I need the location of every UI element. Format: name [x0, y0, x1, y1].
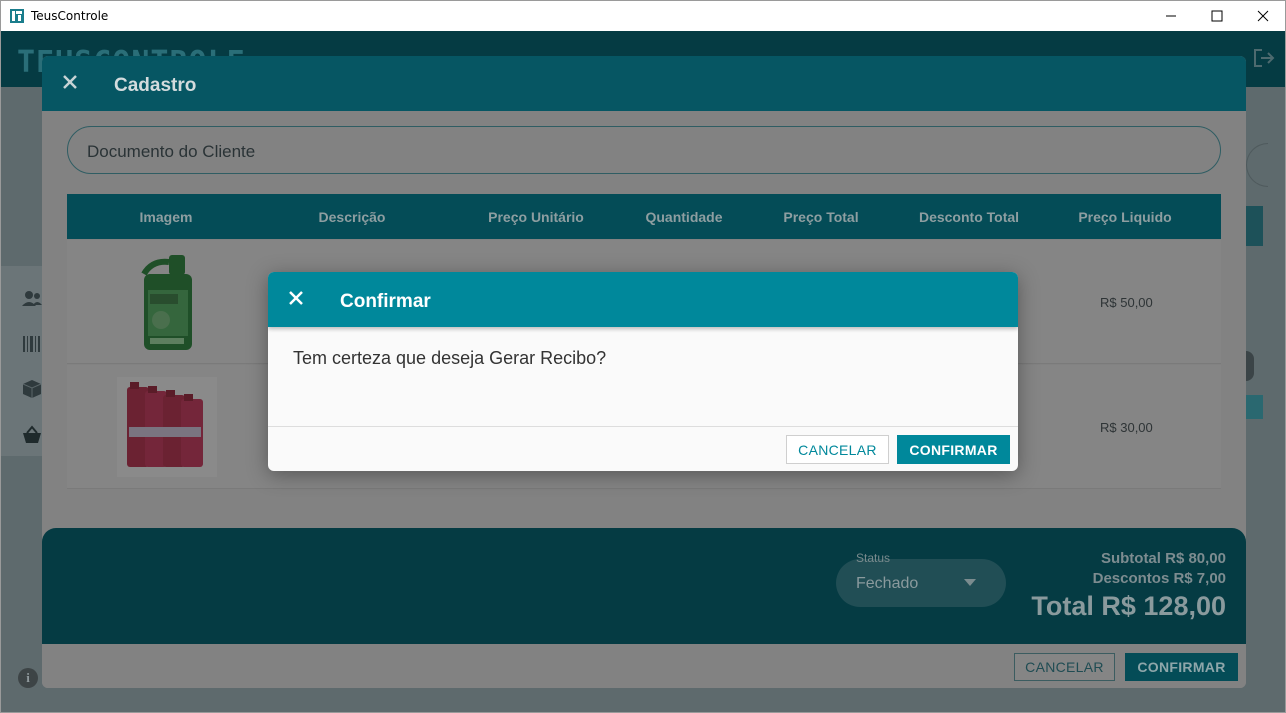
users-icon[interactable]: [21, 288, 43, 310]
status-label: Status: [856, 551, 891, 565]
preco-liquido-cell: R$ 30,00: [1100, 420, 1153, 435]
column-header-desconto-total: Desconto Total: [918, 209, 1020, 225]
subtotal-text: Subtotal R$ 80,00: [1100, 550, 1226, 567]
dialog-confirm-button[interactable]: CONFIRMAR: [897, 435, 1010, 464]
background-button: [1246, 395, 1263, 419]
side-navigation: [1, 266, 43, 456]
window-title: TeusControle: [31, 9, 109, 23]
status-value: Fechado: [856, 575, 919, 592]
cadastro-footer: Status Fechado Subtotal R$ 80,00 Descont…: [42, 528, 1246, 644]
info-icon[interactable]: i: [18, 668, 38, 688]
dialog-message: Tem certeza que deseja Gerar Recibo?: [293, 348, 607, 368]
box-icon[interactable]: [21, 378, 43, 400]
barcode-icon[interactable]: [21, 333, 43, 355]
window-close-button[interactable]: [1240, 1, 1286, 31]
dialog-header: Confirmar: [268, 272, 1018, 327]
descontos-text: Descontos R$ 7,00: [1092, 570, 1226, 587]
preco-liquido-cell: R$ 50,00: [1100, 295, 1153, 310]
background-table-header: [1246, 206, 1263, 246]
cancel-button[interactable]: CANCELAR: [1014, 653, 1115, 681]
chevron-down-icon: [964, 579, 976, 586]
column-header-preco-unitario: Preço Unitário: [488, 209, 584, 225]
column-header-preco-liquido: Preço Liquido: [1078, 209, 1172, 225]
basket-icon[interactable]: [21, 424, 43, 446]
maximize-button[interactable]: [1194, 1, 1240, 31]
cadastro-header: Cadastro: [42, 56, 1246, 111]
column-header-descricao: Descrição: [318, 209, 386, 225]
cadastro-actions: CANCELAR CONFIRMAR: [42, 644, 1246, 688]
status-select[interactable]: Status Fechado: [836, 551, 1006, 607]
background-toggle: [1246, 351, 1254, 381]
window-titlebar: TeusControle: [0, 0, 1286, 31]
dialog-divider: [268, 426, 1018, 427]
minimize-button[interactable]: [1148, 1, 1194, 31]
confirm-button[interactable]: CONFIRMAR: [1125, 653, 1238, 681]
cadastro-title: Cadastro: [114, 75, 197, 96]
minimize-icon: [1166, 15, 1176, 17]
document-input-placeholder: Documento do Cliente: [87, 142, 256, 161]
coolant-bottles-image: [117, 377, 217, 477]
close-icon: [1257, 10, 1269, 22]
column-header-quantidade: Quantidade: [645, 209, 723, 225]
document-input[interactable]: Documento do Cliente: [67, 126, 1221, 174]
table-header: Imagem Descrição Preço Unitário Quantida…: [67, 194, 1221, 239]
background-search-field: [1246, 143, 1268, 187]
column-header-imagem: Imagem: [139, 209, 193, 225]
close-icon[interactable]: [62, 74, 78, 90]
total-text: Total R$ 128,00: [1031, 591, 1226, 621]
dialog-cancel-button[interactable]: CANCELAR: [786, 435, 889, 464]
close-icon[interactable]: [288, 290, 304, 306]
motor-oil-bottle-image: [141, 255, 192, 350]
column-header-preco-total: Preço Total: [783, 209, 859, 225]
logout-icon[interactable]: [1253, 48, 1275, 68]
confirm-dialog: Confirmar Tem certeza que deseja Gerar R…: [268, 272, 1018, 471]
maximize-icon: [1211, 10, 1223, 22]
dialog-title: Confirmar: [340, 291, 431, 312]
app-logo-icon: [10, 9, 24, 23]
